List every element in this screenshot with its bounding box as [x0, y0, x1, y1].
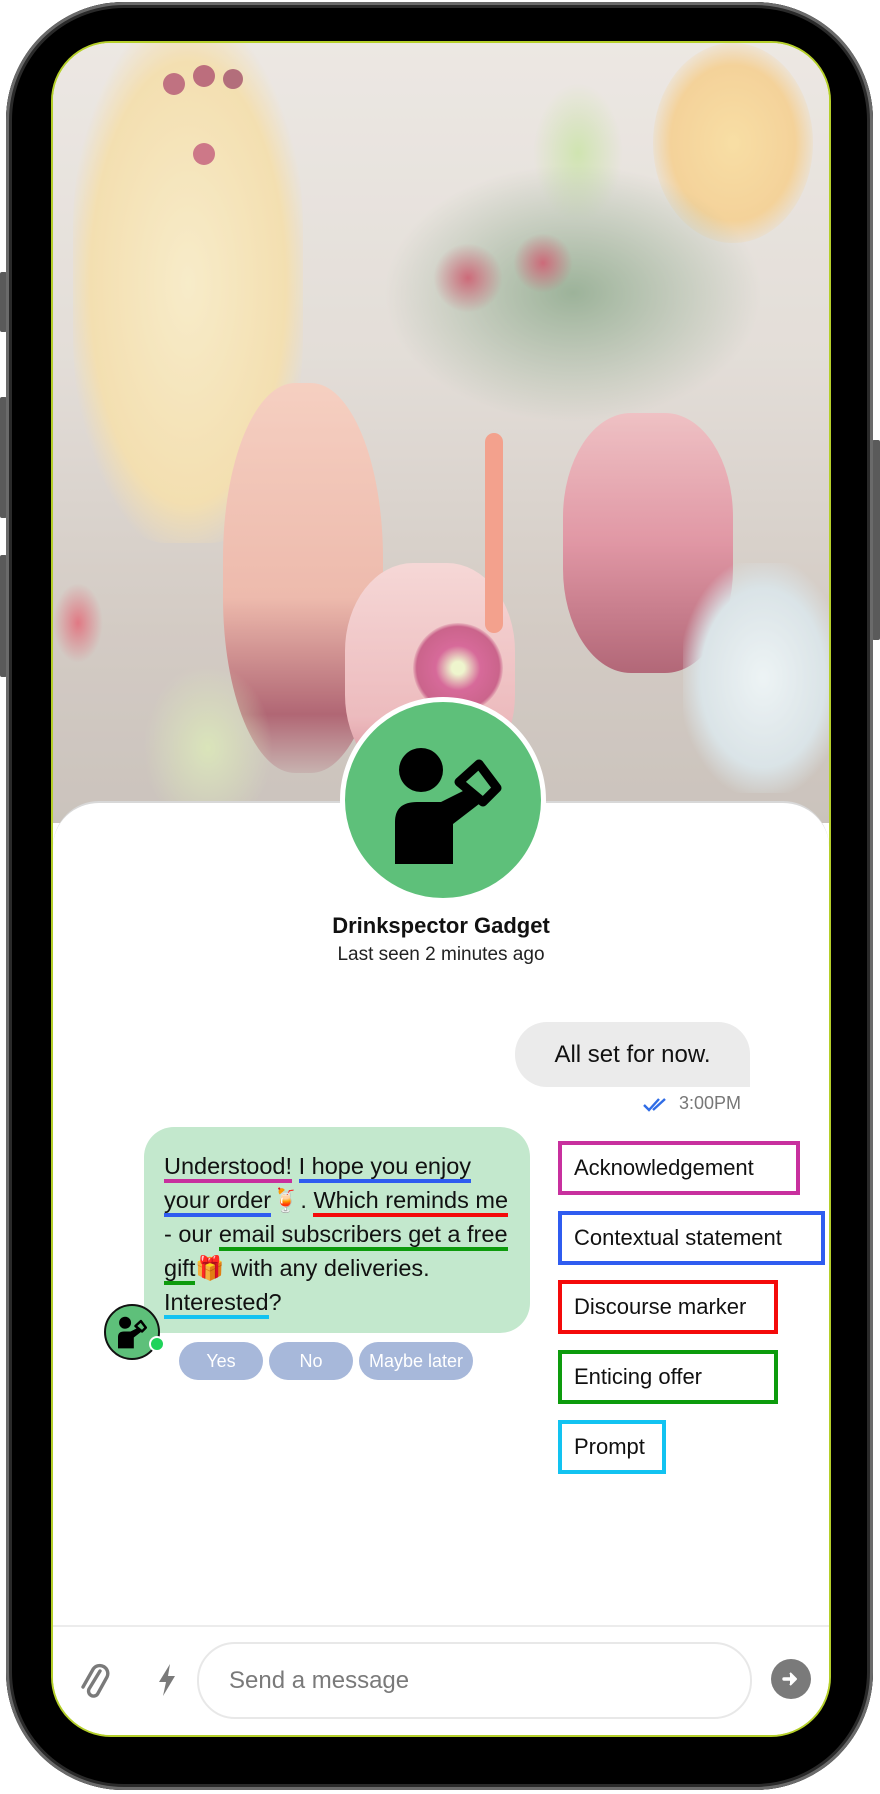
double-check-icon: [643, 1097, 666, 1112]
quick-reply-no[interactable]: No: [269, 1342, 353, 1380]
annotated-acknowledgement: Understood!: [164, 1153, 293, 1183]
send-button[interactable]: [771, 1659, 811, 1699]
attach-button[interactable]: [75, 1660, 115, 1700]
legend-prompt: Prompt: [558, 1420, 666, 1474]
person-drinking-icon: [395, 748, 502, 864]
annotated-discourse-marker: Which reminds me: [313, 1187, 509, 1217]
message-text-segment: 🎁 with any deliveries.: [195, 1255, 430, 1281]
phone-screen: Drinkspector Gadget Last seen 2 minutes …: [51, 41, 831, 1737]
legend-enticing-offer: Enticing offer: [558, 1350, 778, 1404]
incoming-message-text: Understood! I hope you enjoy your order🍹…: [164, 1153, 509, 1319]
legend-discourse-marker: Discourse marker: [558, 1280, 778, 1334]
message-text-segment: [292, 1153, 299, 1179]
lightning-bolt-icon: [159, 1664, 175, 1696]
message-text-segment: 🍹.: [271, 1187, 314, 1213]
person-drinking-icon: [118, 1316, 148, 1349]
incoming-message-bubble[interactable]: Understood! I hope you enjoy your order🍹…: [144, 1127, 530, 1333]
outgoing-message-bubble[interactable]: All set for now.: [515, 1022, 750, 1087]
message-input[interactable]: [197, 1642, 752, 1719]
bot-avatar-small[interactable]: [104, 1304, 160, 1360]
legend-acknowledgement: Acknowledgement: [558, 1141, 800, 1195]
contact-name: Drinkspector Gadget: [332, 913, 550, 938]
power-button[interactable]: [872, 440, 880, 640]
paperclip-icon: [81, 1663, 110, 1698]
composer-divider: [53, 1625, 829, 1627]
contact-last-seen: Last seen 2 minutes ago: [337, 944, 545, 965]
quick-reply-maybe-later[interactable]: Maybe later: [359, 1342, 473, 1380]
message-text-segment: - our: [164, 1221, 219, 1247]
outgoing-message-time: 3:00PM: [679, 1093, 742, 1113]
quick-reply-yes[interactable]: Yes: [179, 1342, 263, 1380]
online-status-dot: [149, 1336, 165, 1352]
outgoing-message-text: All set for now.: [554, 1040, 711, 1068]
arrow-right-icon: [782, 1672, 797, 1686]
quick-actions-button[interactable]: [149, 1660, 185, 1700]
message-text-segment: ?: [268, 1289, 282, 1315]
outgoing-message-meta: 3:00PM: [643, 1093, 741, 1114]
annotated-prompt: Interested: [164, 1289, 269, 1319]
contact-avatar[interactable]: [340, 697, 546, 903]
legend-contextual-statement: Contextual statement: [558, 1211, 825, 1265]
